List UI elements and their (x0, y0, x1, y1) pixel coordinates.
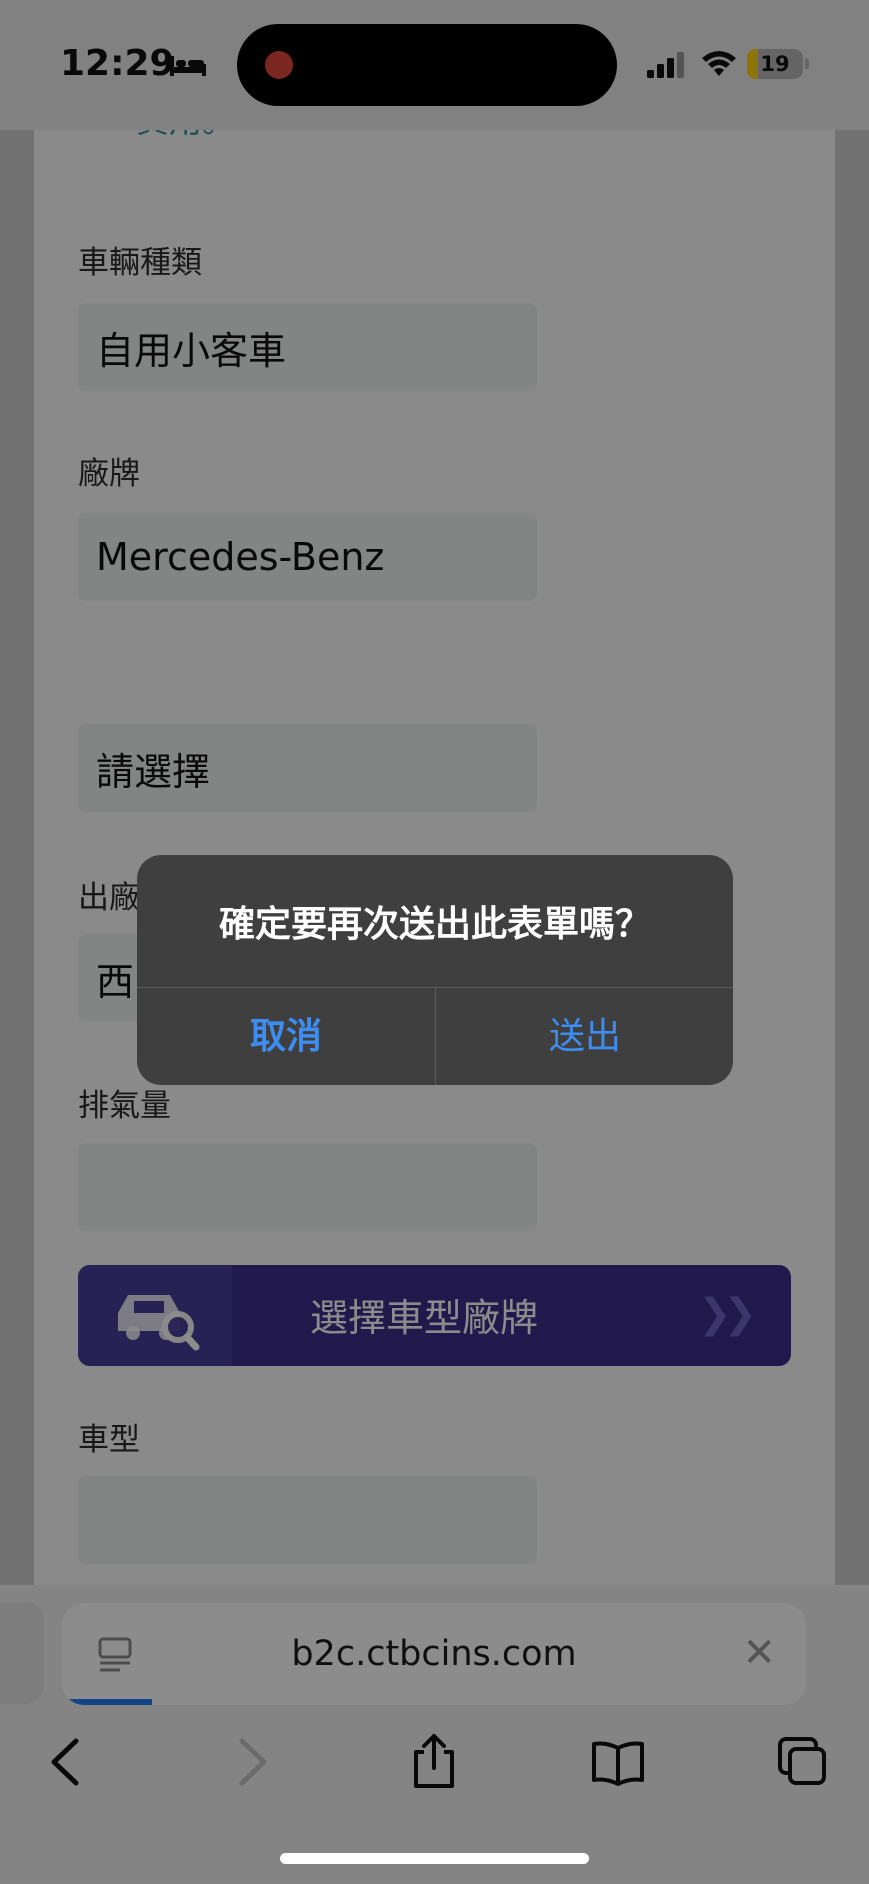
submit-button[interactable]: 送出 (436, 988, 733, 1085)
confirm-resubmit-dialog: 確定要再次送出此表單嗎？ 取消 送出 (137, 855, 733, 1085)
dialog-title: 確定要再次送出此表單嗎？ (218, 904, 651, 945)
cancel-button[interactable]: 取消 (137, 988, 435, 1085)
screen: 費用。 車輛種類 自用小客車 廠牌 Mercedes-Benz 請選擇 出廠 西… (0, 0, 869, 1884)
home-indicator[interactable] (280, 1853, 589, 1864)
